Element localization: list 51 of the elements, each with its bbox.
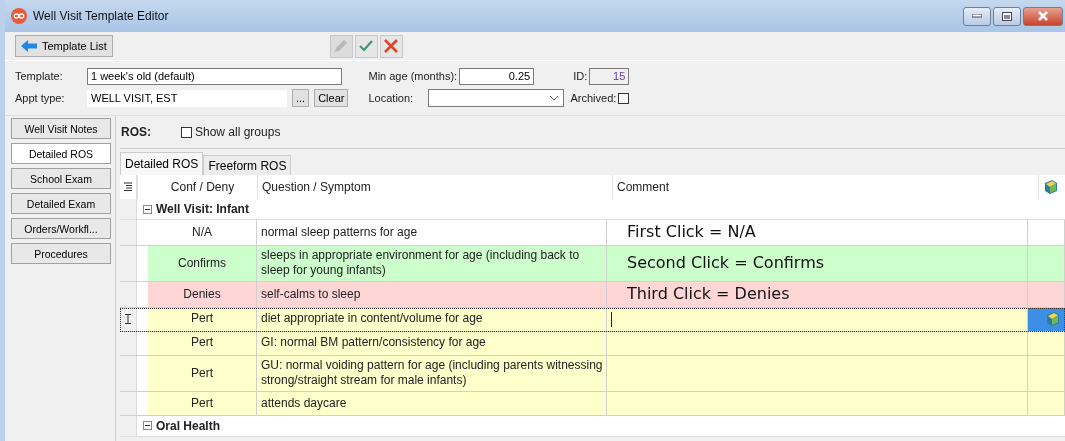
min-age-field[interactable]: 0.25: [459, 67, 535, 85]
table-cell: attends daycare: [257, 391, 607, 415]
table-row[interactable]: Pert GU: normal voiding pattern for age (including parents witnessing strong/straight stream for male infants): [120, 355, 1065, 392]
table-cell: sleeps in appropriate environment for age (including back to sleep for young infants): [257, 245, 607, 281]
field-label: Location:: [368, 92, 415, 104]
field-label: ID:: [573, 70, 588, 82]
column-header[interactable]: Conf / Deny: [137, 175, 257, 199]
field-label: Template:: [15, 70, 64, 82]
sidebar-item[interactable]: Well Visit Notes: [11, 118, 111, 139]
table-cell: Confirms: [148, 245, 257, 281]
table-row[interactable]: Pert attends daycare: [120, 391, 1065, 416]
table-cell: Pert: [148, 307, 257, 331]
sidebar-item[interactable]: School Exam: [11, 168, 111, 189]
clear-button[interactable]: Clear: [314, 89, 349, 107]
comment-note: Third Click = Denies: [627, 284, 790, 305]
table-cell: self-calms to sleep: [257, 282, 607, 307]
window-title: Well Visit Template Editor: [33, 9, 169, 23]
table-row[interactable]: Confirms sleeps in appropriate environment for age (including back to sleep for young infants) Second Click = Confirms: [120, 245, 1065, 282]
template-field[interactable]: 1 week's old (default): [87, 67, 342, 85]
ros-label: ROS:: [121, 125, 151, 139]
table-cell: Denies: [148, 282, 257, 307]
sidebar-item[interactable]: Detailed ROS: [11, 143, 111, 164]
group-title: Oral Health: [156, 418, 221, 433]
table-row[interactable]: Pert diet appropriate in content/volume for age: [120, 307, 1065, 332]
group-title: Well Visit: Infant: [156, 202, 249, 216]
show-all-groups-checkbox[interactable]: Show all groups: [181, 125, 281, 139]
table-cell: Pert: [148, 355, 257, 391]
table-cell: GI: normal BM pattern/consistency for age: [257, 331, 607, 355]
table-cell: GU: normal voiding pattern for age (including parents witnessing strong/straight stream for male infants): [257, 355, 607, 391]
comment-note: First Click = N/A: [627, 222, 756, 243]
field-label: Archived:: [570, 92, 617, 104]
browse-button[interactable]: ...: [292, 89, 310, 107]
table-cell: Pert: [148, 331, 257, 355]
comment-note: Second Click = Confirms: [627, 253, 825, 274]
sidebar-item[interactable]: Procedures: [11, 243, 111, 264]
id-field[interactable]: 15: [589, 67, 630, 85]
table-cell: Pert: [148, 391, 257, 415]
column-header[interactable]: Comment: [612, 175, 1038, 199]
table-cell: diet appropriate in content/volume for age: [257, 307, 607, 331]
field-label: Min age (months):: [368, 70, 458, 82]
appt-type-field[interactable]: WELL VISIT, EST: [87, 89, 287, 107]
table-row[interactable]: N/A normal sleep patterns for age First Click = N/A: [120, 220, 1065, 246]
sidebar-item[interactable]: Detailed Exam: [11, 193, 111, 214]
tab[interactable]: Detailed ROS: [120, 152, 204, 175]
tab[interactable]: Freeform ROS: [203, 155, 292, 175]
table-row[interactable]: Pert GI: normal BM pattern/consistency for age: [120, 331, 1065, 356]
sidebar-item[interactable]: Orders/Workfl...: [11, 218, 111, 239]
field-label: Appt type:: [15, 92, 66, 104]
table-row[interactable]: Denies self-calms to sleep Third Click = Denies: [120, 282, 1065, 308]
template-list-button[interactable]: Template List: [15, 35, 113, 57]
column-header[interactable]: Question / Symptom: [257, 175, 612, 199]
